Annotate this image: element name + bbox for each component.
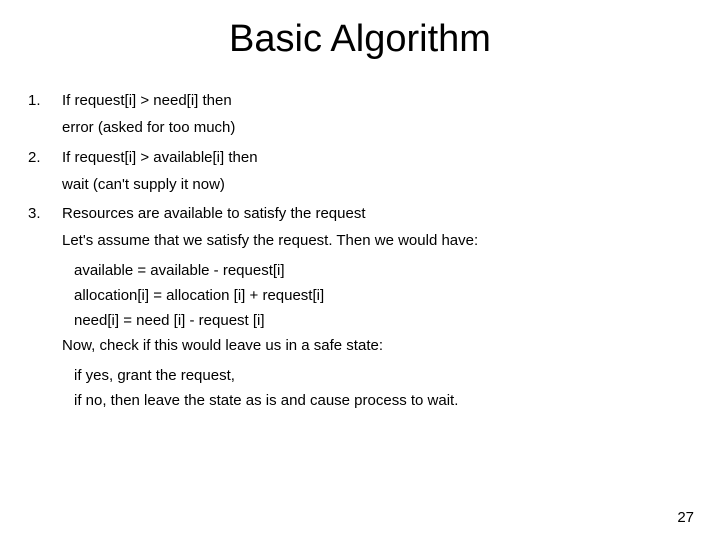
item-line: if yes, grant the request, xyxy=(74,364,692,387)
item-line: Now, check if this would leave us in a s… xyxy=(62,334,692,357)
item-sub: error (asked for too much) xyxy=(62,116,692,139)
page-number: 27 xyxy=(677,509,694,526)
list-item: 1. If request[i] > need[i] then xyxy=(28,89,692,112)
list-item: 3. Resources are available to satisfy th… xyxy=(28,202,692,225)
item-number: 1. xyxy=(28,89,62,112)
item-number: 3. xyxy=(28,202,62,225)
item-line: Let's assume that we satisfy the request… xyxy=(62,229,692,252)
item-line: allocation[i] = allocation [i] + request… xyxy=(74,284,692,307)
item-line: if no, then leave the state as is and ca… xyxy=(74,389,692,412)
item-line: available = available - request[i] xyxy=(74,259,692,282)
algorithm-list: 1. If request[i] > need[i] then error (a… xyxy=(28,89,692,412)
item-text: If request[i] > available[i] then xyxy=(62,146,692,169)
item-sub: wait (can't supply it now) xyxy=(62,173,692,196)
item-line: need[i] = need [i] - request [i] xyxy=(74,309,692,332)
list-item: 2. If request[i] > available[i] then xyxy=(28,146,692,169)
item-text: If request[i] > need[i] then xyxy=(62,89,692,112)
item-text: Resources are available to satisfy the r… xyxy=(62,202,692,225)
item-number: 2. xyxy=(28,146,62,169)
slide-title: Basic Algorithm xyxy=(28,18,692,61)
